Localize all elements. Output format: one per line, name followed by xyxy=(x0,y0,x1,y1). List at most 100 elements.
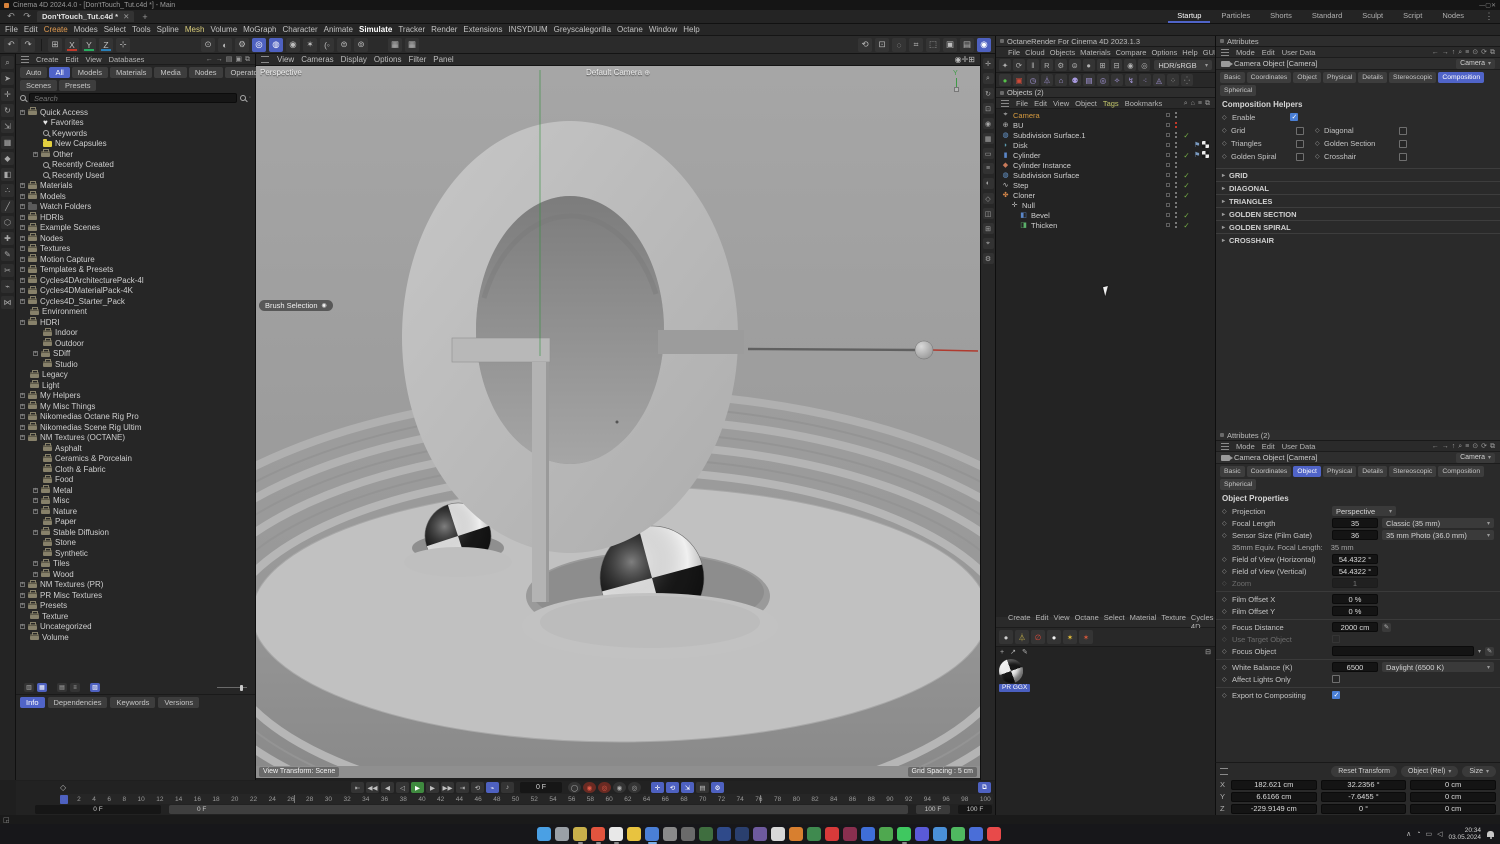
range-scrubber[interactable]: 0 F xyxy=(169,805,908,814)
layer-toggle[interactable] xyxy=(1166,143,1170,147)
record-button[interactable]: ◯ xyxy=(568,782,581,793)
attr-tab-spherical[interactable]: Spherical xyxy=(1220,479,1257,490)
lock-icon[interactable]: ⊙ xyxy=(1472,443,1478,450)
material-thumbnail[interactable]: PR GGX xyxy=(996,657,1215,694)
layout-tab-particles[interactable]: Particles xyxy=(1212,10,1259,23)
search-icon[interactable]: ⌕ xyxy=(1458,443,1462,450)
goto-start-button[interactable]: ⇤ xyxy=(351,782,364,793)
premiere-app[interactable] xyxy=(843,827,857,841)
collapsed-section-triangles[interactable]: ▸ TRIANGLES xyxy=(1216,194,1500,207)
browser-tree-item[interactable]: + My Misc Things xyxy=(16,401,255,412)
menu-select[interactable]: Select xyxy=(104,25,126,34)
material-tag-icon[interactable] xyxy=(1202,141,1210,148)
options-view[interactable]: ⚙ xyxy=(982,253,994,264)
browser-menu-edit[interactable]: Edit xyxy=(66,55,79,64)
filter-tab-scenes[interactable]: Scenes xyxy=(20,80,58,91)
browser-menu-databases[interactable]: Databases xyxy=(109,55,145,64)
picker-icon[interactable]: ✎ xyxy=(1382,622,1391,632)
key-scale-button[interactable]: ⟲ xyxy=(666,782,679,793)
float-icon[interactable]: ⧉ xyxy=(1205,100,1210,107)
calc-app[interactable] xyxy=(681,827,695,841)
list-view-icon[interactable]: ▣ xyxy=(235,56,242,63)
object-tree-item[interactable]: ◍ Subdivision Surface.1 ✓ xyxy=(996,130,1215,140)
grid-view-icon[interactable]: ▨ xyxy=(90,683,100,692)
filter-tab-nodes[interactable]: Nodes xyxy=(188,67,223,78)
save-frame-button[interactable]: ▣ xyxy=(943,37,957,52)
coordinate-field[interactable]: 0 cm xyxy=(1410,791,1497,802)
float-icon[interactable]: ⧉ xyxy=(1490,49,1495,56)
browser-menu-create[interactable]: Create xyxy=(36,55,59,64)
attr-tab-physical[interactable]: Physical xyxy=(1322,72,1357,83)
polygons-mode[interactable]: ⬡ xyxy=(1,216,14,229)
value-field[interactable]: 54.4322 ° xyxy=(1332,566,1378,576)
attr-tab-coordinates[interactable]: Coordinates xyxy=(1246,72,1292,83)
menu-insydium[interactable]: INSYDIUM xyxy=(509,25,548,34)
layer-toggle[interactable] xyxy=(1166,133,1170,137)
sound-button[interactable]: ♪ xyxy=(501,782,514,793)
filter-tab-all[interactable]: All xyxy=(49,67,70,78)
material-icon[interactable]: ⚉ xyxy=(1069,74,1081,86)
collapsed-section-golden-spiral[interactable]: ▸ GOLDEN SPIRAL xyxy=(1216,220,1500,233)
enabled-check[interactable]: ✓ xyxy=(1182,171,1191,180)
scale-tool[interactable]: ⇲ xyxy=(1,120,14,133)
value-select[interactable]: Classic (35 mm) xyxy=(1382,518,1494,528)
helper-checkbox-grid[interactable] xyxy=(1296,126,1304,135)
menu-mograph[interactable]: MoGraph xyxy=(243,25,276,34)
cinema-4d-app[interactable] xyxy=(645,827,659,844)
viewport-canvas[interactable]: Perspective Default Camera ⊕ Brush Selec… xyxy=(256,66,980,766)
acrobat-app[interactable] xyxy=(825,827,839,841)
simulate-a-button[interactable]: ⊜ xyxy=(337,37,351,52)
notification-bell-icon[interactable] xyxy=(1487,831,1494,839)
up-icon[interactable]: ↑ xyxy=(1452,49,1456,56)
coordinate-field[interactable]: 182.621 cm xyxy=(1231,779,1317,790)
filter-tab-media[interactable]: Media xyxy=(154,67,187,78)
browser-tree-item[interactable]: Asphalt xyxy=(16,443,255,454)
edges-mode[interactable]: ╱ xyxy=(1,200,14,213)
tray-display-icon[interactable]: ▭ xyxy=(1425,830,1432,838)
value-field[interactable]: 1 xyxy=(1332,578,1378,588)
daylight-icon[interactable]: ◷ xyxy=(1027,74,1039,86)
rotate-view[interactable]: ↻ xyxy=(982,88,994,99)
mirror-tool[interactable]: ⋈ xyxy=(1,296,14,309)
render-region-button[interactable]: ◐ xyxy=(218,37,232,52)
mail-app[interactable] xyxy=(555,827,569,841)
browser-tree-item[interactable]: Texture xyxy=(16,611,255,622)
next-key-button[interactable]: ▶▶ xyxy=(441,782,454,793)
helper-checkbox-diagonal[interactable] xyxy=(1399,126,1407,135)
helper-checkbox-triangles[interactable] xyxy=(1296,139,1304,148)
viewport-menu-view[interactable]: View xyxy=(277,55,294,64)
coordinate-field[interactable]: -7.6455 ° xyxy=(1320,791,1407,802)
coordinate-field[interactable]: 32.2356 ° xyxy=(1320,779,1407,790)
loop-button[interactable]: ⟲ xyxy=(471,782,484,793)
menu-character[interactable]: Character xyxy=(283,25,318,34)
range-end-bar[interactable]: 100 F xyxy=(916,805,950,814)
file-explorer-app[interactable] xyxy=(627,827,641,841)
up-icon[interactable]: ↑ xyxy=(1452,443,1456,450)
attr-menu-user-data[interactable]: User Data xyxy=(1282,442,1316,451)
object-tree-item[interactable]: ◍ Subdivision Surface ✓ xyxy=(996,170,1215,180)
detail-view-icon[interactable]: ▤ xyxy=(57,683,67,692)
search-icon[interactable]: ⌕ xyxy=(1184,100,1188,107)
back-icon[interactable]: ← xyxy=(1432,49,1439,56)
document-tab[interactable]: Don'tTouch_Tut.c4d * ✕ xyxy=(37,11,135,22)
objects-menu-bookmarks[interactable]: Bookmarks xyxy=(1125,99,1163,108)
focus-picker-icon[interactable]: ◉ xyxy=(1124,59,1137,71)
octane-menu-objects[interactable]: Objects xyxy=(1050,48,1075,57)
enabled-check[interactable]: ✓ xyxy=(1182,221,1191,230)
browser-tree-item[interactable]: + Models xyxy=(16,191,255,202)
lock-icon[interactable]: ⊙ xyxy=(1472,49,1478,56)
value-field[interactable]: 0 % xyxy=(1332,606,1378,616)
colorspace-select[interactable]: HDR/sRGB xyxy=(1154,60,1213,70)
sublime-app[interactable] xyxy=(573,827,587,844)
back-icon[interactable]: ← xyxy=(206,56,213,63)
material-ball-button[interactable]: ◉ xyxy=(286,37,300,52)
move-tool[interactable]: ✛ xyxy=(1,88,14,101)
browser-tree-item[interactable]: + HDRI xyxy=(16,317,255,328)
browser-tree-item[interactable]: Paper xyxy=(16,516,255,528)
restart-render-icon[interactable]: ⟳ xyxy=(1012,59,1025,71)
object-type-button[interactable]: Camera ▾ xyxy=(1456,58,1495,69)
filter-icon[interactable]: ≡ xyxy=(1465,49,1469,56)
float-icon[interactable]: ⧉ xyxy=(245,56,250,63)
panel-menu-icon[interactable] xyxy=(1001,99,1009,107)
snap-frame-button[interactable]: ⌁ xyxy=(486,782,499,793)
